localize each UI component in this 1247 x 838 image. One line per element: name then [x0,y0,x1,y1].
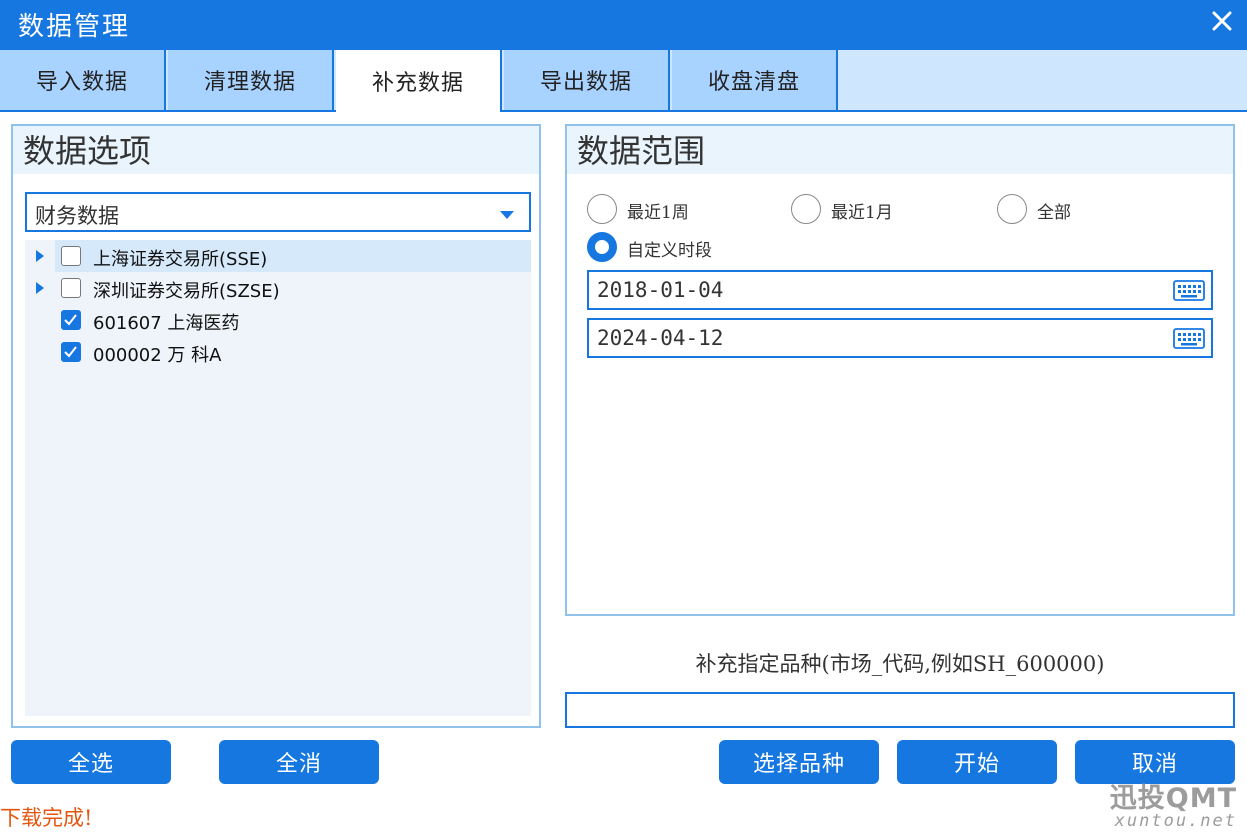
tab-market-close[interactable]: 收盘清盘 [672,50,838,110]
choose-symbols-button[interactable]: 选择品种 [719,740,879,784]
data-options-title: 数据选项 [23,132,152,170]
symbol-input[interactable] [565,692,1235,728]
keyboard-icon[interactable] [1173,278,1205,302]
chevron-down-icon [500,211,514,219]
tab-export-data[interactable]: 导出数据 [504,50,670,110]
radio-custom-range-label: 自定义时段 [627,241,712,261]
data-options-panel: 数据选项 财务数据 上海证券交易所(SSE) 深圳证券交易所(SZSE) 601… [11,124,541,728]
radio-last-month-label: 最近1月 [831,203,893,223]
data-range-header: 数据范围 [567,126,1233,174]
radio-last-month[interactable] [791,194,821,224]
tree-row-000002[interactable]: 000002 万 科A [25,336,531,368]
clear-all-button[interactable]: 全消 [219,740,379,784]
data-type-value: 财务数据 [35,204,119,228]
start-date-value: 2018-01-04 [597,278,724,302]
tab-supplement-data[interactable]: 补充数据 [336,50,502,112]
symbol-hint-label: 补充指定品种(市场_代码,例如SH_600000) [695,652,1105,676]
tree-label-000002: 000002 万 科A [93,345,222,366]
market-tree: 上海证券交易所(SSE) 深圳证券交易所(SZSE) 601607 上海医药 0… [25,240,531,716]
close-icon[interactable] [1209,8,1235,34]
tree-label-sse: 上海证券交易所(SSE) [93,249,268,270]
keyboard-icon[interactable] [1173,326,1205,350]
tree-checkbox-szse[interactable] [61,278,81,298]
tree-checkbox-000002[interactable] [61,342,81,362]
radio-last-week[interactable] [587,194,617,224]
data-range-panel: 数据范围 最近1周 最近1月 全部 自定义时段 2018-01-04 2024-… [565,124,1235,616]
title-bar: 数据管理 [0,0,1247,50]
status-text: 下载完成! [0,806,93,830]
expand-arrow-icon[interactable] [35,249,45,263]
end-date-value: 2024-04-12 [597,326,724,350]
watermark-site: xuntou.net [1114,811,1237,831]
radio-last-week-label: 最近1周 [627,203,689,223]
data-type-dropdown[interactable]: 财务数据 [25,192,531,232]
select-all-button[interactable]: 全选 [11,740,171,784]
tree-checkbox-601607[interactable] [61,310,81,330]
tab-clean-data[interactable]: 清理数据 [168,50,334,110]
data-range-title: 数据范围 [577,132,706,170]
tree-label-szse: 深圳证券交易所(SZSE) [93,281,280,302]
radio-custom-range[interactable] [587,232,617,262]
expand-arrow-icon[interactable] [35,281,45,295]
radio-all-label: 全部 [1037,203,1071,223]
tree-row-szse[interactable]: 深圳证券交易所(SZSE) [25,272,531,304]
end-date-field[interactable]: 2024-04-12 [587,318,1213,358]
tree-row-601607[interactable]: 601607 上海医药 [25,304,531,336]
watermark: 迅投QMT xuntou.net [1110,776,1237,831]
window-title: 数据管理 [18,12,131,42]
checkmark-icon [64,314,77,326]
tree-checkbox-sse[interactable] [61,246,81,266]
start-button[interactable]: 开始 [897,740,1057,784]
tab-import-data[interactable]: 导入数据 [0,50,166,110]
tab-bar: 导入数据 清理数据 补充数据 导出数据 收盘清盘 [0,50,1247,112]
start-date-field[interactable]: 2018-01-04 [587,270,1213,310]
radio-all[interactable] [997,194,1027,224]
watermark-brand: 迅投QMT [1109,783,1237,814]
data-options-header: 数据选项 [13,126,539,174]
tree-row-sse[interactable]: 上海证券交易所(SSE) [25,240,531,272]
tree-label-601607: 601607 上海医药 [93,313,240,334]
checkmark-icon [64,346,77,358]
